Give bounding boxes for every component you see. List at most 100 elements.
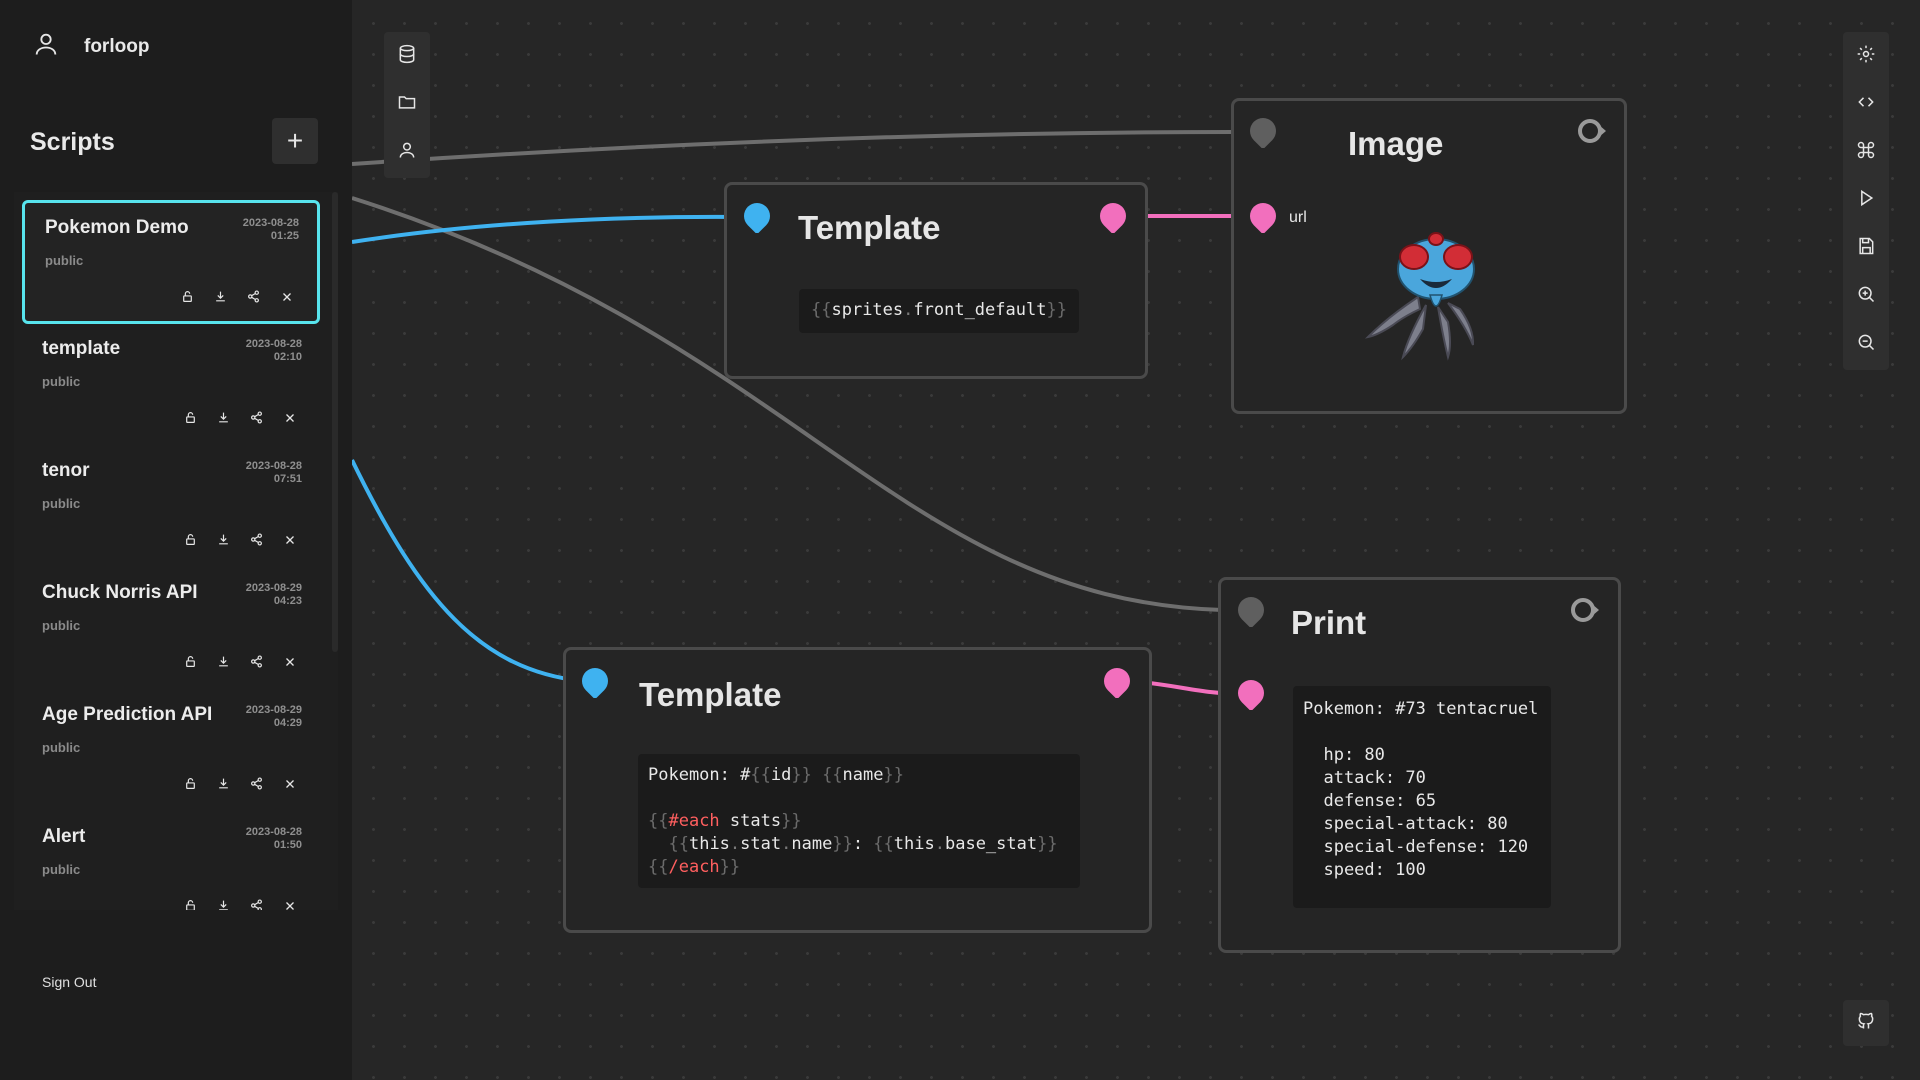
share-icon[interactable] [248, 775, 265, 792]
share-icon[interactable] [248, 653, 265, 670]
output-port-pink[interactable] [1100, 664, 1134, 698]
pokemon-sprite [1364, 232, 1475, 361]
download-icon[interactable] [215, 775, 232, 792]
sidebar: forloop Scripts + Pokemon Demo 2023-08-28… [0, 0, 352, 1080]
code-line-1: Pokemon: #{{id}} {{name}} [648, 765, 904, 785]
template-code[interactable]: Pokemon: #{{id}} {{name}} {{#each stats}… [638, 754, 1080, 888]
save-icon[interactable] [1854, 234, 1878, 258]
url-input-port-pink[interactable] [1246, 199, 1280, 233]
template-node-bottom[interactable]: Template Pokemon: #{{id}} {{name}} {{#ea… [563, 647, 1152, 933]
download-icon[interactable] [215, 409, 232, 426]
script-list[interactable]: Pokemon Demo 2023-08-28 01:25 public templat… [14, 192, 338, 910]
zoom-in-icon[interactable] [1854, 282, 1878, 306]
script-date: 2023-08-28 [245, 460, 302, 472]
input-port-blue[interactable] [578, 664, 612, 698]
script-item[interactable]: Chuck Norris API 2023-08-29 04:23 public [22, 568, 320, 692]
script-visibility: public [45, 253, 84, 268]
lock-icon[interactable] [182, 409, 199, 426]
script-visibility: public [42, 740, 81, 755]
lock-icon[interactable] [182, 653, 199, 670]
script-name: Chuck Norris API [42, 582, 198, 603]
input-port-blue[interactable] [740, 199, 774, 233]
script-visibility: public [42, 374, 81, 389]
node-title: Template [639, 676, 782, 713]
sign-out-link[interactable]: Sign Out [42, 974, 96, 990]
template-code[interactable]: {{sprites.front_default}} [799, 289, 1079, 333]
output-port-gray-ring[interactable] [1568, 593, 1602, 627]
script-item[interactable]: Pokemon Demo 2023-08-28 01:25 public [22, 200, 320, 324]
output-port-pink[interactable] [1096, 199, 1130, 233]
input-port-gray[interactable] [1246, 114, 1280, 148]
script-actions [179, 288, 295, 305]
script-date: 2023-08-29 [245, 582, 302, 594]
code-line-3: {{#each stats}} [648, 811, 802, 831]
script-item[interactable]: Age Prediction API 2023-08-29 04:29 public [22, 690, 320, 814]
script-timestamp: 2023-08-28 07:51 [212, 460, 302, 486]
code-line-4: {{this.stat.name}}: {{this.base_stat}} [668, 834, 1058, 854]
close-icon[interactable] [278, 288, 295, 305]
lock-icon[interactable] [182, 531, 199, 548]
share-icon[interactable] [245, 288, 262, 305]
script-time: 02:10 [273, 351, 302, 363]
user-profile[interactable]: forloop [32, 30, 149, 63]
script-item[interactable]: Alert 2023-08-28 01:50 public [22, 812, 320, 910]
template-node-top[interactable]: Template {{sprites.front_default}} [724, 182, 1148, 379]
code-icon[interactable] [1854, 90, 1878, 114]
script-name: Pokemon Demo [45, 217, 189, 238]
script-time: 01:50 [273, 839, 302, 851]
app-root: forloop Scripts + Pokemon Demo 2023-08-28… [0, 0, 1920, 1080]
script-timestamp: 2023-08-28 01:50 [212, 826, 302, 852]
close-icon[interactable] [281, 775, 298, 792]
script-timestamp: 2023-08-29 04:29 [212, 704, 302, 730]
github-icon [1856, 1011, 1876, 1036]
close-icon[interactable] [281, 897, 298, 910]
run-icon[interactable] [1854, 186, 1878, 210]
input-port-gray[interactable] [1234, 593, 1268, 627]
script-actions [182, 653, 298, 670]
script-name: Age Prediction API [42, 704, 213, 725]
lock-icon[interactable] [182, 897, 199, 910]
script-time: 04:29 [273, 717, 302, 729]
database-icon[interactable] [395, 42, 419, 66]
download-icon[interactable] [215, 897, 232, 910]
folder-icon[interactable] [395, 90, 419, 114]
close-icon[interactable] [281, 653, 298, 670]
download-icon[interactable] [212, 288, 229, 305]
add-script-button[interactable]: + [272, 118, 318, 164]
close-icon[interactable] [281, 409, 298, 426]
username: forloop [84, 35, 150, 57]
scripts-heading: Scripts [30, 128, 115, 156]
settings-icon[interactable] [1854, 42, 1878, 66]
script-timestamp: 2023-08-28 02:10 [212, 338, 302, 364]
input-port-pink[interactable] [1234, 676, 1268, 710]
output-port-gray-ring[interactable] [1575, 114, 1609, 148]
close-icon[interactable] [281, 531, 298, 548]
zoom-out-icon[interactable] [1854, 330, 1878, 354]
script-date: 2023-08-28 [242, 217, 299, 229]
scrollbar[interactable] [332, 192, 338, 652]
script-item[interactable]: tenor 2023-08-28 07:51 public [22, 446, 320, 570]
share-icon[interactable] [248, 897, 265, 910]
node-title: Image [1348, 125, 1444, 162]
script-time: 01:25 [270, 230, 299, 242]
github-button[interactable] [1843, 1000, 1889, 1046]
script-time: 07:51 [273, 473, 302, 485]
script-time: 04:23 [273, 595, 302, 607]
share-icon[interactable] [248, 531, 265, 548]
script-actions [182, 531, 298, 548]
node-title: Template [798, 209, 941, 246]
user-icon[interactable] [395, 138, 419, 162]
script-item[interactable]: template 2023-08-28 02:10 public [22, 324, 320, 448]
lock-icon[interactable] [179, 288, 196, 305]
script-actions [182, 897, 298, 910]
command-icon[interactable] [1854, 138, 1878, 162]
lock-icon[interactable] [182, 775, 199, 792]
share-icon[interactable] [248, 409, 265, 426]
url-port-label: url [1289, 209, 1307, 226]
print-node[interactable]: Print Pokemon: #73 tentacruel hp: 80 att… [1218, 577, 1621, 953]
download-icon[interactable] [215, 653, 232, 670]
image-node[interactable]: Image url [1231, 98, 1627, 414]
download-icon[interactable] [215, 531, 232, 548]
script-date: 2023-08-29 [245, 704, 302, 716]
code-line-5: {{/each}} [648, 857, 741, 877]
